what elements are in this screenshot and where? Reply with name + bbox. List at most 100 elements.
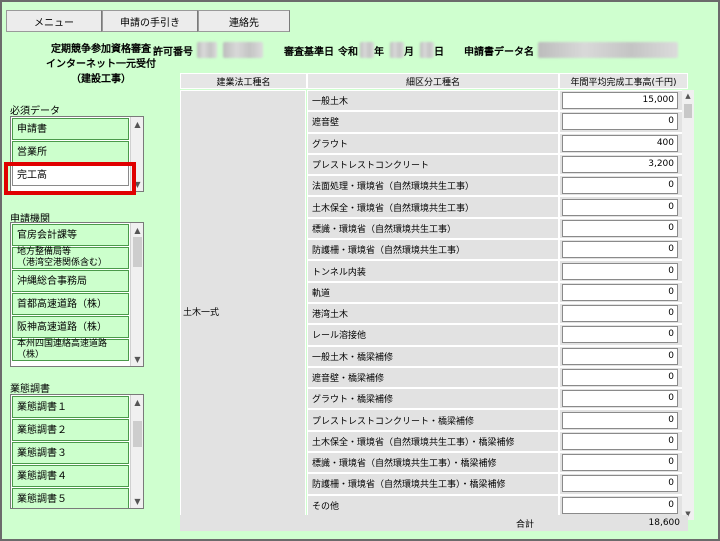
sales-amount-input[interactable]: 0 — [562, 390, 678, 408]
value-cell: 0 — [559, 388, 688, 410]
scroll-thumb[interactable] — [133, 237, 142, 267]
sales-amount-input[interactable]: 0 — [562, 113, 678, 131]
list-item-agency[interactable]: 阪神高速道路（株） — [12, 316, 129, 338]
survey-list[interactable]: 業態調書１ 業態調書２ 業態調書３ 業態調書４ 業態調書５ ▲ ▼ — [10, 394, 144, 509]
sales-amount-input[interactable]: 0 — [562, 305, 678, 323]
sales-amount-input[interactable]: 0 — [562, 347, 678, 365]
list-item-survey[interactable]: 業態調書５ — [12, 488, 129, 508]
scroll-down-icon[interactable]: ▼ — [131, 352, 143, 366]
sales-amount-input[interactable]: 0 — [562, 241, 678, 259]
era-label: 令和 — [338, 46, 358, 58]
sales-amount-input[interactable]: 0 — [562, 262, 678, 280]
month-suffix: 月 — [404, 46, 414, 58]
sales-amount-input[interactable]: 0 — [562, 475, 678, 493]
agency-list-scrollbar[interactable]: ▲ ▼ — [130, 223, 143, 366]
header-construction-type: 建業法工種名 — [180, 73, 307, 89]
value-cell: 0 — [559, 281, 688, 303]
list-item-agency[interactable]: 沖縄総合事務局 — [12, 270, 129, 292]
sales-amount-input[interactable]: 0 — [562, 369, 678, 386]
value-cell: 0 — [559, 324, 688, 346]
sales-amount-input[interactable]: 0 — [562, 177, 678, 195]
subcategory-name: 標識・環境省（自然環境共生工事）・橋梁補修 — [307, 452, 559, 474]
value-cell: 0 — [559, 345, 688, 367]
subcategory-name: グラウト — [307, 132, 559, 154]
list-item-agency[interactable]: 官房会計課等 — [12, 224, 129, 246]
subcategory-name: 軌道 — [307, 281, 559, 303]
sales-amount-input[interactable]: 0 — [562, 411, 678, 429]
table-row: 標識・環境省（自然環境共生工事）・橋梁補修 0 — [307, 452, 688, 474]
subcategory-name: 標識・環境省（自然環境共生工事） — [307, 217, 559, 240]
table-row: 遮音壁・橋梁補修 0 — [307, 366, 688, 389]
scroll-up-icon[interactable]: ▲ — [131, 117, 143, 131]
menu-button[interactable]: メニュー — [6, 10, 102, 32]
title-line-2: インターネット一元受付 — [46, 59, 156, 70]
value-cell: 0 — [559, 175, 688, 197]
value-cell: 0 — [559, 494, 688, 516]
scroll-thumb[interactable] — [684, 104, 692, 118]
table-row: 法面処理・環境省（自然環境共生工事） 0 — [307, 175, 688, 197]
sales-amount-input[interactable]: 0 — [562, 283, 678, 301]
sales-amount-input[interactable]: 0 — [562, 454, 678, 472]
scroll-up-icon[interactable]: ▲ — [131, 223, 143, 237]
list-item-office[interactable]: 営業所 — [12, 141, 129, 163]
list-item-agency[interactable]: 首都高速道路（株） — [12, 293, 129, 315]
scroll-up-icon[interactable]: ▲ — [131, 395, 143, 409]
day-suffix: 日 — [434, 46, 444, 58]
sales-amount-input[interactable]: 400 — [562, 134, 678, 152]
sales-amount-input[interactable]: 0 — [562, 432, 678, 450]
table-row: トンネル内装 0 — [307, 260, 688, 282]
value-cell: 0 — [559, 260, 688, 282]
table-row: 防護柵・環境省（自然環境共生工事）・橋梁補修 0 — [307, 473, 688, 495]
total-value: 18,600 — [648, 518, 681, 528]
sales-amount-input[interactable]: 15,000 — [562, 92, 678, 110]
category-label: 土木一式 — [183, 308, 220, 318]
survey-list-scrollbar[interactable]: ▲ ▼ — [130, 395, 143, 508]
contact-button[interactable]: 連絡先 — [198, 10, 290, 32]
list-item-survey[interactable]: 業態調書４ — [12, 465, 129, 487]
permit-prefix-redacted — [197, 42, 217, 58]
datafile-name-redacted — [538, 42, 678, 58]
value-cell: 0 — [559, 409, 688, 431]
sales-amount-input[interactable]: 0 — [562, 496, 678, 514]
value-cell: 0 — [559, 366, 688, 389]
value-cell: 15,000 — [559, 90, 688, 112]
top-menu-bar: メニュー 申請の手引き 連絡先 — [6, 10, 326, 32]
table-row: 港湾土木 0 — [307, 302, 688, 325]
table-row: その他 0 — [307, 494, 688, 516]
scroll-thumb[interactable] — [133, 421, 142, 447]
list-item-agency[interactable]: 地方整備局等 （港湾空港関係含む） — [12, 247, 129, 269]
audit-date-field: 審査基準日 令和 年 月 日 — [284, 42, 444, 58]
permit-number-redacted — [223, 42, 263, 58]
list-item-survey[interactable]: 業態調書３ — [12, 442, 129, 464]
year-redacted — [360, 42, 374, 58]
guide-button[interactable]: 申請の手引き — [102, 10, 198, 32]
list-item-survey[interactable]: 業態調書１ — [12, 396, 129, 418]
total-row: 合計 18,600 — [180, 515, 688, 531]
table-scrollbar[interactable]: ▲ ▼ — [682, 90, 694, 520]
sales-amount-input[interactable]: 0 — [562, 219, 678, 237]
list-item-application[interactable]: 申請書 — [12, 118, 129, 140]
table-row: プレストレストコンクリート 3,200 — [307, 153, 688, 176]
value-cell: 0 — [559, 217, 688, 240]
subcategory-name: レール溶接他 — [307, 324, 559, 346]
table-row: 一般土木・橋梁補修 0 — [307, 345, 688, 367]
sales-amount-input[interactable]: 3,200 — [562, 156, 678, 174]
value-cell: 0 — [559, 302, 688, 325]
completed-sales-table: 建業法工種名 細区分工種名 年間平均完成工事高(千円) 土木一式 一般土木 15,… — [180, 73, 688, 530]
table-row: 土木保全・環境省（自然環境共生工事） 0 — [307, 196, 688, 218]
list-item-survey[interactable]: 業態調書２ — [12, 419, 129, 441]
audit-label: 審査基準日 — [284, 46, 334, 58]
subcategory-name: プレストレストコンクリート・橋梁補修 — [307, 409, 559, 431]
list-item-agency[interactable]: 本州四国連絡高速道路 （株） — [12, 339, 129, 361]
sales-amount-input[interactable]: 0 — [562, 326, 678, 344]
subcategory-name: トンネル内装 — [307, 260, 559, 282]
title-line-3: （建設工事） — [71, 74, 131, 85]
month-redacted — [390, 42, 404, 58]
agency-list[interactable]: 官房会計課等 地方整備局等 （港湾空港関係含む） 沖縄総合事務局 首都高速道路（… — [10, 222, 144, 367]
scroll-down-icon[interactable]: ▼ — [131, 494, 143, 508]
selection-highlight — [4, 162, 136, 195]
value-cell: 0 — [559, 239, 688, 261]
subcategory-name: 一般土木 — [307, 90, 559, 112]
scroll-up-icon[interactable]: ▲ — [682, 90, 694, 102]
sales-amount-input[interactable]: 0 — [562, 198, 678, 216]
